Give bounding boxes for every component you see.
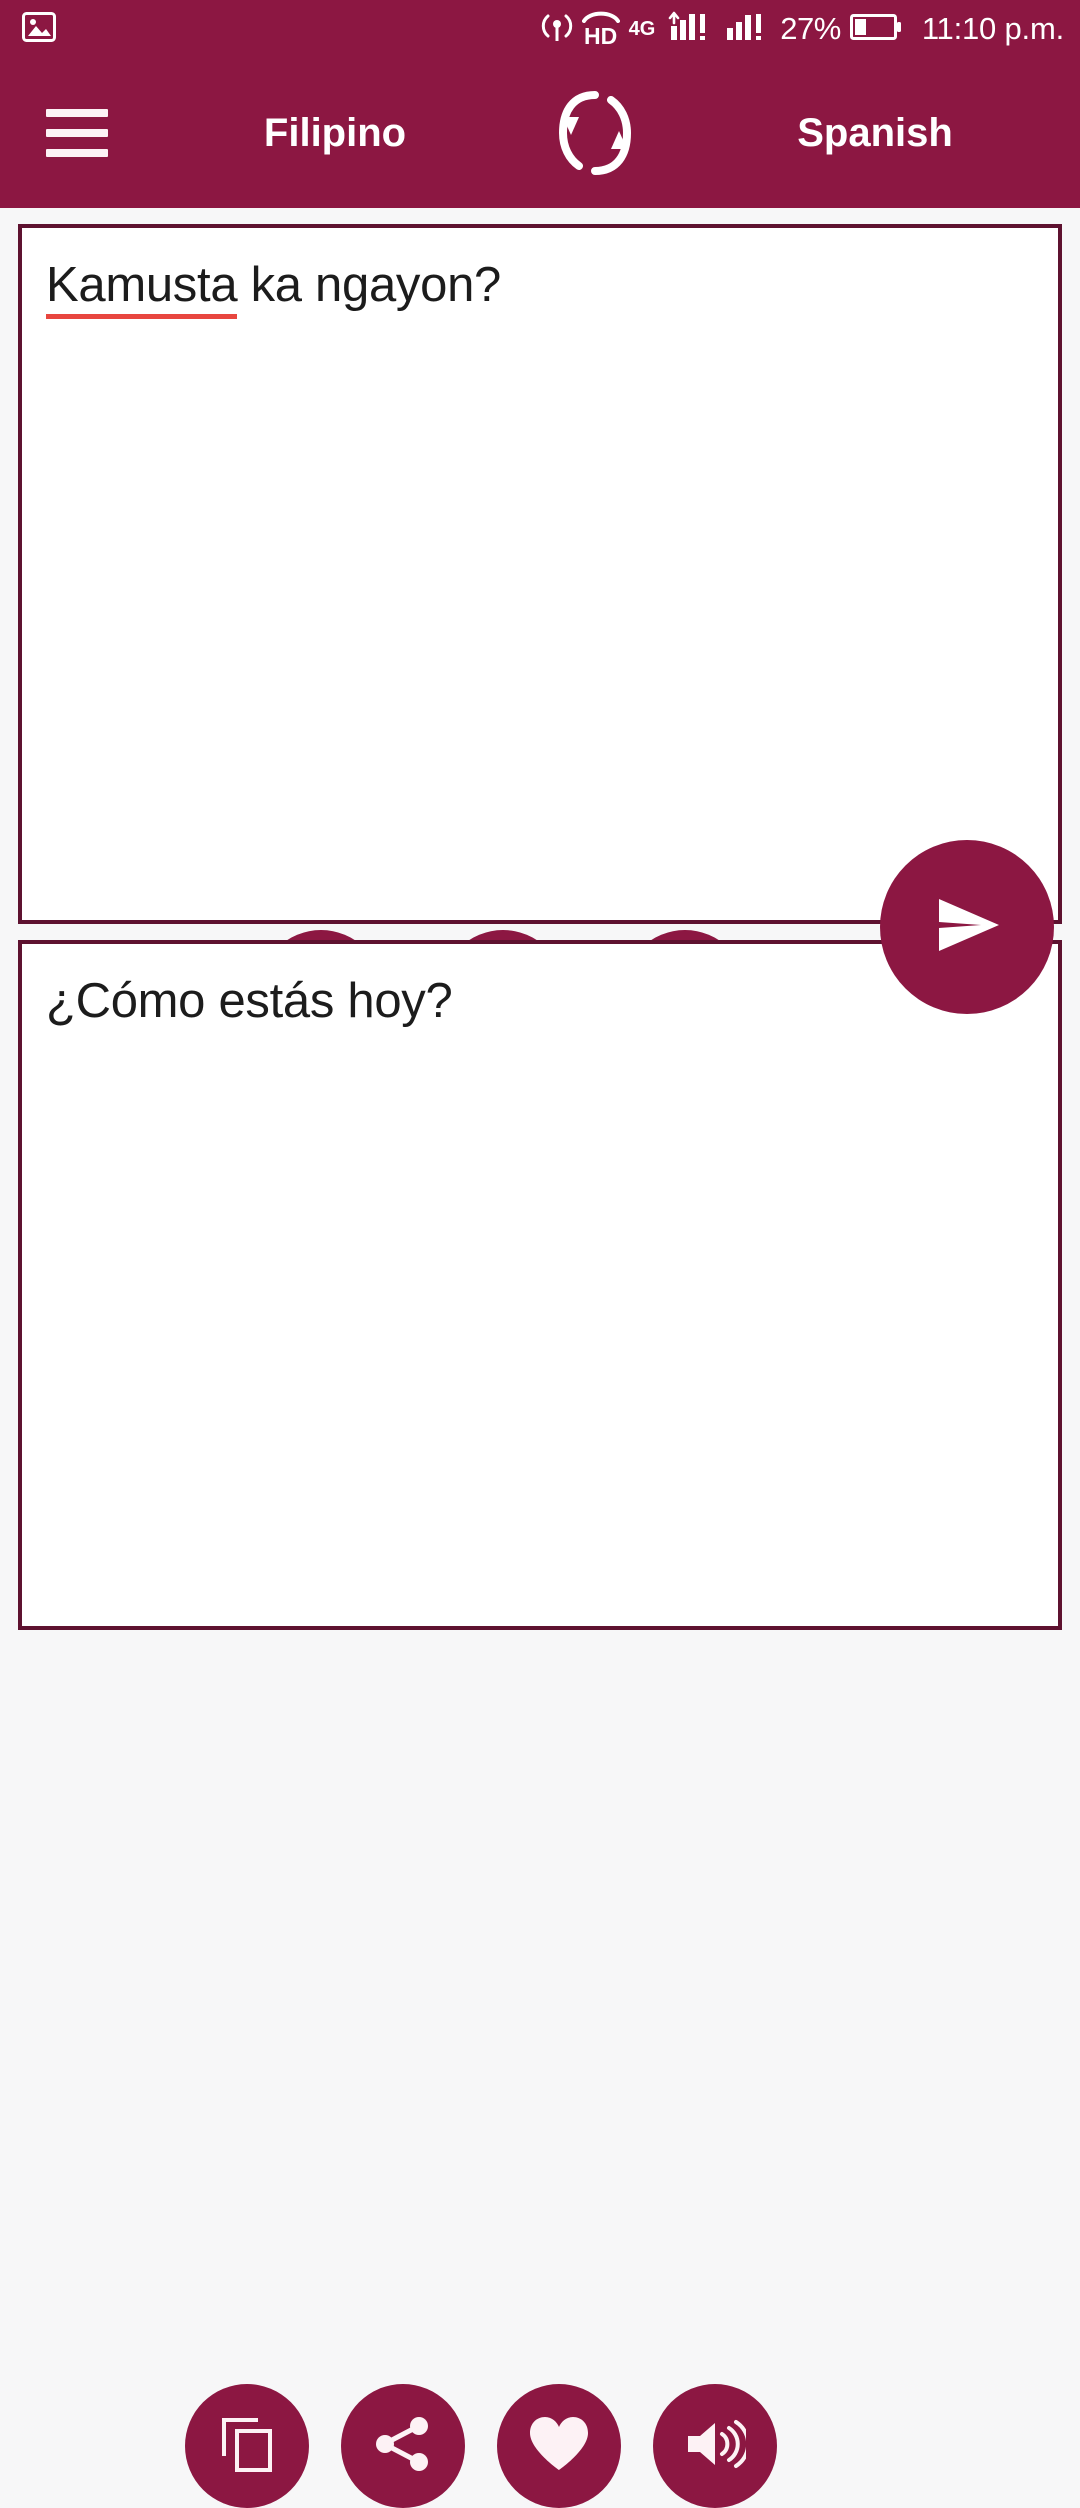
speak-translation-button[interactable] <box>653 2384 777 2508</box>
network-4g-label: 4G <box>628 17 656 40</box>
hd-voice-icon: HD <box>581 11 620 49</box>
status-bar-clock: 11:10 p.m. <box>921 11 1064 46</box>
translation-action-row <box>185 2384 777 2508</box>
image-icon <box>22 11 56 47</box>
signal-bars-sim2-icon <box>725 10 771 49</box>
copy-button[interactable] <box>185 2384 309 2508</box>
app-bar: Filipino Spanish <box>0 58 1080 208</box>
source-text[interactable]: Kamusta ka ngayon? <box>46 256 1034 319</box>
status-bar: HD 4G 27% 11:10 p.m. <box>0 0 1080 58</box>
hotspot-icon <box>541 10 573 49</box>
source-text-rest: ka ngayon? <box>237 258 502 312</box>
status-bar-indicators: HD 4G 27% 11:10 p.m. <box>541 10 1064 49</box>
menu-line <box>46 109 108 117</box>
share-button[interactable] <box>341 2384 465 2508</box>
signal-bars-sim1-icon <box>664 10 716 49</box>
translation-text: ¿Cómo estás hoy? <box>46 974 453 1028</box>
source-text-panel[interactable]: Kamusta ka ngayon? <box>18 224 1062 1054</box>
swap-languages-icon[interactable] <box>540 78 650 188</box>
source-language-selector[interactable]: Filipino <box>190 111 480 156</box>
send-icon <box>925 883 1009 972</box>
network-4g-icon: 4G <box>629 19 656 40</box>
menu-line <box>46 129 108 137</box>
menu-line <box>46 149 108 157</box>
status-bar-notifications <box>22 11 56 47</box>
hamburger-menu-icon[interactable] <box>22 78 132 188</box>
share-icon <box>373 2414 433 2479</box>
battery-percent-label: 27% <box>780 11 841 46</box>
speaker-icon <box>684 2416 751 2477</box>
copy-icon <box>218 2414 276 2479</box>
battery-low-icon <box>849 12 902 47</box>
favorite-button[interactable] <box>497 2384 621 2508</box>
misspelled-word: Kamusta <box>46 258 238 319</box>
translation-panel[interactable]: ¿Cómo estás hoy? <box>18 940 1062 2508</box>
hd-label: HD <box>583 22 618 49</box>
send-translate-button[interactable] <box>880 840 1054 1014</box>
heart-icon <box>526 2414 592 2479</box>
target-language-selector[interactable]: Spanish <box>710 111 1040 156</box>
